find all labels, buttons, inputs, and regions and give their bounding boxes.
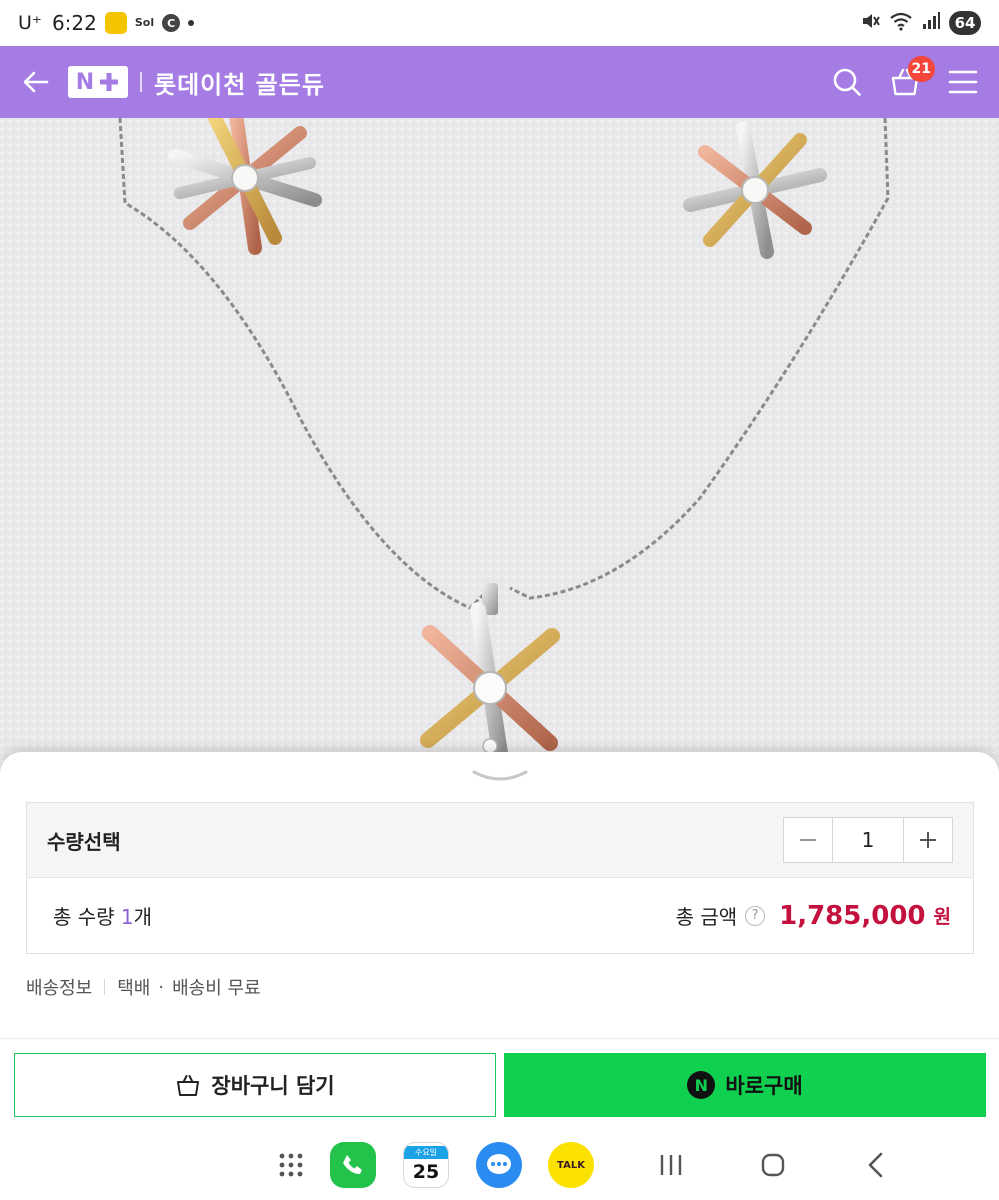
app-drawer-button[interactable]: [268, 1142, 314, 1188]
total-amount-value: 1,785,000: [779, 900, 926, 931]
clock: 6:22: [51, 11, 97, 35]
kakaotalk-app-button[interactable]: TALK: [548, 1142, 594, 1188]
chevron-down-icon: [472, 770, 528, 781]
increase-button[interactable]: [904, 818, 952, 862]
header-divider: [140, 72, 142, 92]
home-button[interactable]: [750, 1142, 796, 1188]
phone-icon: [343, 1155, 362, 1174]
cart-button[interactable]: 21: [887, 56, 935, 100]
carrier-label: U⁺: [18, 12, 42, 34]
quantity-stepper: 1: [783, 817, 953, 863]
notification-app-icon: [104, 12, 127, 34]
sheet-collapse-handle[interactable]: [470, 766, 530, 786]
hamburger-menu-icon: [948, 70, 978, 94]
total-qty-value: 1: [120, 905, 134, 929]
calendar-date: 25: [412, 1160, 440, 1183]
shipping-label: 배송정보: [26, 978, 93, 999]
purchase-bottom-sheet: 수량선택 1 총 수량 1개 총 금액 ? 1,785,000 원 배송정보 택…: [0, 752, 999, 1200]
quantity-input[interactable]: 1: [832, 818, 904, 862]
search-button[interactable]: [829, 64, 865, 100]
option-box: 수량선택 1 총 수량 1개 총 금액 ? 1,785,000 원: [26, 802, 974, 954]
total-qty-prefix: 총 수량: [53, 905, 121, 929]
home-icon: [761, 1153, 785, 1177]
chevron-left-icon: [868, 1152, 883, 1178]
system-nav-bar: 수요일 25 TALK: [0, 1130, 999, 1200]
search-icon: [833, 68, 861, 96]
menu-button[interactable]: [945, 64, 981, 100]
system-back-button[interactable]: [853, 1142, 899, 1188]
app-grid-icon: [279, 1153, 303, 1177]
total-row: 총 수량 1개 총 금액 ? 1,785,000 원: [27, 878, 973, 953]
jewelry-photo: [0, 118, 999, 778]
shipping-dot: ·: [158, 976, 165, 998]
help-icon[interactable]: ?: [745, 905, 766, 926]
add-to-cart-label: 장바구니 담기: [211, 1074, 335, 1098]
plus-icon: [920, 832, 936, 848]
naver-pay-icon: N: [687, 1071, 716, 1099]
total-amount-label: 총 금액: [675, 905, 738, 929]
plus-icon: [100, 73, 119, 91]
product-image[interactable]: [0, 118, 999, 778]
sol-bank-icon: Sol: [134, 16, 155, 29]
recents-icon: [660, 1155, 682, 1175]
battery-indicator: 64: [949, 11, 981, 35]
status-bar: U⁺ 6:22 Sol C 64: [0, 0, 999, 46]
total-qty-suffix: 개: [133, 905, 153, 929]
logo-n: N: [75, 69, 95, 95]
calendar-day-label: 수요일: [404, 1145, 448, 1159]
phone-app-button[interactable]: [330, 1142, 376, 1188]
minus-icon: [800, 839, 816, 841]
app-header: N 롯데이천 골든듀 21: [0, 46, 999, 118]
calendar-app-button[interactable]: 수요일 25: [403, 1142, 449, 1188]
store-name[interactable]: 롯데이천 골든듀: [154, 65, 325, 100]
buy-now-label: 바로구매: [725, 1074, 803, 1098]
naver-plus-logo[interactable]: N: [68, 66, 128, 98]
quantity-row: 수량선택 1: [27, 803, 973, 878]
mute-icon: [859, 10, 881, 36]
currency-label: 원: [933, 906, 951, 928]
shopping-bag-icon: [177, 1075, 200, 1096]
c-notification-icon: C: [162, 14, 181, 32]
recent-apps-button[interactable]: [648, 1142, 694, 1188]
messages-app-button[interactable]: [476, 1142, 522, 1188]
cart-count-badge: 21: [907, 56, 935, 82]
more-notifications-dot-icon: [188, 20, 195, 26]
back-arrow-icon: [23, 71, 49, 93]
signal-icon: [921, 11, 941, 35]
add-to-cart-button[interactable]: 장바구니 담기: [14, 1053, 496, 1117]
wifi-icon: [889, 10, 913, 36]
shipping-divider: [104, 979, 106, 995]
quantity-label: 수량선택: [47, 829, 121, 854]
shipping-fee: 배송비 무료: [172, 978, 261, 999]
back-button[interactable]: [18, 64, 54, 100]
buy-now-button[interactable]: N 바로구매: [504, 1053, 986, 1117]
decrease-button[interactable]: [784, 818, 832, 862]
shipping-method: 택배: [117, 978, 151, 999]
shipping-info: 배송정보 택배 · 배송비 무료: [26, 974, 261, 1000]
total-quantity: 총 수량 1개: [53, 901, 152, 930]
chat-bubble-icon: [487, 1154, 511, 1174]
sheet-divider: [0, 1038, 999, 1039]
